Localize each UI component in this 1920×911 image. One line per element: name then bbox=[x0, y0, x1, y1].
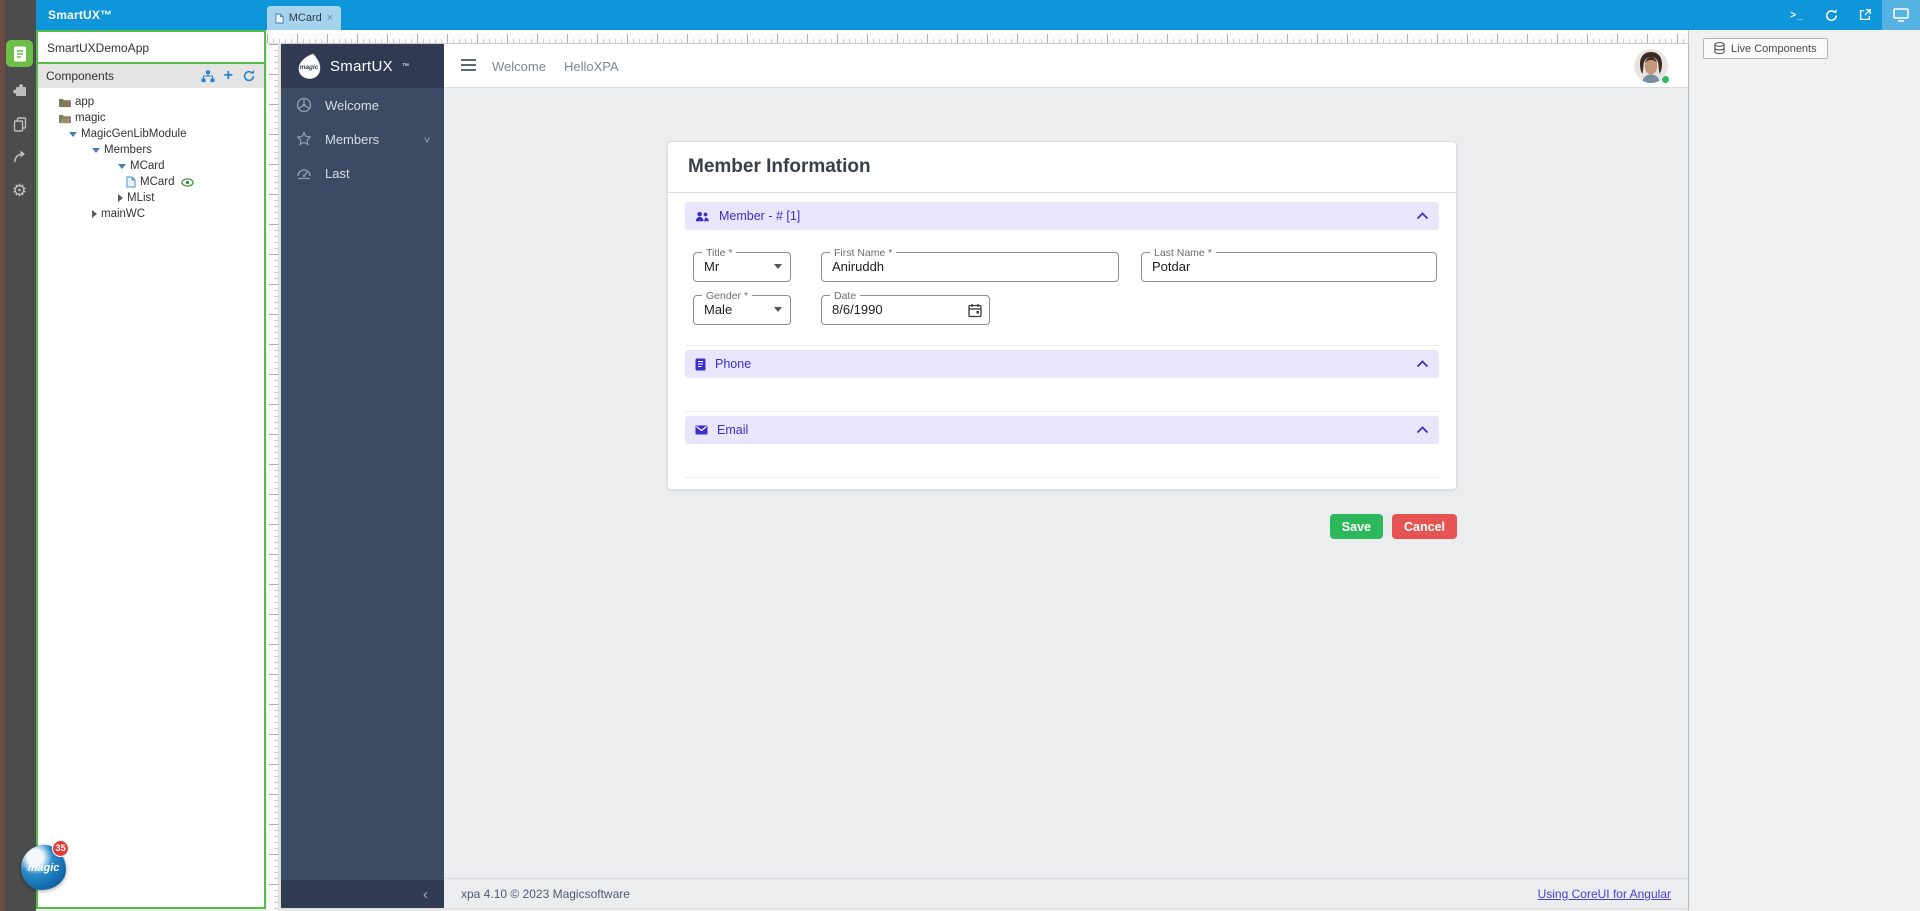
puzzle-icon[interactable] bbox=[6, 76, 33, 103]
tree-item-mcard[interactable]: MCard bbox=[38, 174, 264, 190]
notification-badge: 35 bbox=[52, 840, 69, 857]
refresh-icon[interactable] bbox=[1814, 0, 1848, 30]
speedometer-icon bbox=[296, 165, 312, 181]
title-select[interactable]: Title * Mr bbox=[693, 252, 791, 282]
preview-eye-icon[interactable] bbox=[181, 178, 194, 187]
save-button[interactable]: Save bbox=[1330, 514, 1383, 539]
last-name-input[interactable]: Last Name * Potdar bbox=[1141, 252, 1437, 282]
preview-content: Member Information Member - # [1] Tit bbox=[444, 88, 1688, 878]
chevron-up-icon[interactable] bbox=[1416, 426, 1429, 434]
folder-icon bbox=[58, 97, 71, 108]
tab-close-icon[interactable]: × bbox=[327, 12, 333, 24]
tree-item-magic[interactable]: magic bbox=[38, 110, 264, 126]
nav-link-helloxpa[interactable]: HelloXPA bbox=[564, 59, 619, 74]
activity-rail: ⚙ bbox=[0, 0, 36, 911]
expand-arrow-icon[interactable] bbox=[118, 194, 123, 202]
magic-launcher[interactable]: magic 35 bbox=[21, 845, 66, 890]
add-component-icon[interactable]: + bbox=[224, 70, 233, 82]
dropdown-arrow-icon bbox=[774, 264, 782, 269]
file-icon bbox=[126, 176, 136, 188]
brand-tm: ™ bbox=[402, 63, 409, 70]
member-card: Member Information Member - # [1] Tit bbox=[667, 141, 1457, 490]
tab-label: MCard bbox=[289, 12, 322, 24]
dropdown-arrow-icon bbox=[774, 307, 782, 312]
status-online-dot bbox=[1661, 75, 1670, 84]
preview-sidebar: magic SmartUX ™ Welcome Members ∨ Last ‹ bbox=[281, 44, 444, 908]
email-section-body bbox=[685, 444, 1439, 478]
app-preview: magic SmartUX™ Welcome Members ∨ Last ‹ … bbox=[281, 44, 1688, 908]
preview-topnav: Welcome HelloXPA bbox=[444, 44, 1688, 88]
collapse-arrow-icon[interactable] bbox=[92, 148, 100, 153]
project-name: SmartUXDemoApp bbox=[38, 32, 264, 62]
chevron-down-icon: ∨ bbox=[423, 134, 431, 144]
app-title: SmartUX™ bbox=[36, 8, 112, 22]
collapse-arrow-icon[interactable] bbox=[118, 164, 126, 169]
tree-item-magicgenlibmodule[interactable]: MagicGenLibModule bbox=[38, 126, 264, 142]
magic-logo-icon: magic bbox=[297, 53, 321, 80]
terminal-icon[interactable]: >_ bbox=[1780, 0, 1814, 30]
footer-copyright: xpa 4.10 © 2023 Magicsoftware bbox=[461, 887, 630, 901]
expand-arrow-icon[interactable] bbox=[92, 210, 97, 218]
member-form: Title * Mr First Name * Aniruddh Last Na… bbox=[685, 230, 1439, 346]
chevron-left-icon: ‹ bbox=[423, 886, 428, 903]
card-header: Member Information bbox=[668, 142, 1456, 193]
footer-coreui-link[interactable]: Using CoreUI for Angular bbox=[1538, 887, 1671, 901]
folder-icon bbox=[58, 113, 71, 124]
tree-item-members[interactable]: Members bbox=[38, 142, 264, 158]
brand[interactable]: magic SmartUX ™ bbox=[281, 44, 444, 88]
share-icon[interactable] bbox=[6, 143, 33, 170]
tree-item-mlist[interactable]: MList bbox=[38, 190, 264, 206]
live-components-label: Live Components bbox=[1731, 43, 1817, 55]
sitemap-icon[interactable] bbox=[201, 70, 215, 83]
gear-icon[interactable]: ⚙ bbox=[6, 177, 33, 204]
cancel-button[interactable]: Cancel bbox=[1392, 514, 1457, 539]
accordion-header-phone[interactable]: Phone bbox=[685, 350, 1439, 378]
brand-name: SmartUX bbox=[330, 58, 393, 75]
collapse-arrow-icon[interactable] bbox=[69, 132, 77, 137]
file-icon bbox=[275, 13, 284, 24]
database-icon bbox=[1714, 42, 1725, 55]
people-icon bbox=[695, 211, 710, 222]
live-components-panel: Live Components bbox=[1688, 30, 1920, 911]
calendar-icon[interactable] bbox=[968, 303, 982, 323]
tree-item-mcard-group[interactable]: MCard bbox=[38, 158, 264, 174]
components-header-label: Components bbox=[46, 69, 201, 83]
accordion-header-member[interactable]: Member - # [1] bbox=[685, 202, 1439, 230]
sidebar-item-welcome[interactable]: Welcome bbox=[281, 88, 444, 122]
monitor-icon[interactable] bbox=[1882, 0, 1920, 30]
hamburger-menu-icon[interactable] bbox=[461, 59, 476, 71]
date-input[interactable]: Date 8/6/1990 bbox=[821, 295, 990, 325]
open-external-icon[interactable] bbox=[1848, 0, 1882, 30]
page-title: Member Information bbox=[688, 156, 1436, 178]
envelope-icon bbox=[695, 425, 708, 435]
star-icon bbox=[296, 131, 312, 147]
chevron-up-icon[interactable] bbox=[1416, 212, 1429, 220]
contact-card-icon bbox=[695, 358, 706, 371]
sidebar-item-last[interactable]: Last bbox=[281, 156, 444, 190]
components-tree: app magic MagicGenLibModule Members MCar… bbox=[38, 88, 264, 222]
tree-item-mainwc[interactable]: mainWC bbox=[38, 206, 264, 222]
document-icon[interactable] bbox=[6, 40, 33, 67]
phone-section-body bbox=[685, 378, 1439, 412]
wheel-icon bbox=[296, 97, 312, 113]
live-components-button[interactable]: Live Components bbox=[1703, 38, 1828, 59]
sidebar-minimizer[interactable]: ‹ bbox=[281, 880, 444, 908]
sidebar-item-members[interactable]: Members ∨ bbox=[281, 122, 444, 156]
editor-tab-mcard[interactable]: MCard × bbox=[267, 6, 341, 30]
components-header: Components + bbox=[38, 62, 264, 88]
svg-text:magic: magic bbox=[300, 64, 319, 71]
gender-select[interactable]: Gender * Male bbox=[693, 295, 791, 325]
tree-item-app[interactable]: app bbox=[38, 94, 264, 110]
components-panel: SmartUXDemoApp Components + app magic Ma… bbox=[36, 30, 266, 909]
preview-footer: xpa 4.10 © 2023 Magicsoftware Using Core… bbox=[444, 878, 1688, 908]
pages-icon[interactable] bbox=[6, 110, 33, 137]
vertical-ruler bbox=[267, 44, 279, 911]
chevron-up-icon[interactable] bbox=[1416, 360, 1429, 368]
accordion-header-email[interactable]: Email bbox=[685, 416, 1439, 444]
horizontal-ruler bbox=[267, 33, 1688, 44]
first-name-input[interactable]: First Name * Aniruddh bbox=[821, 252, 1119, 282]
nav-link-welcome[interactable]: Welcome bbox=[492, 59, 546, 74]
refresh-tree-icon[interactable] bbox=[242, 69, 256, 83]
